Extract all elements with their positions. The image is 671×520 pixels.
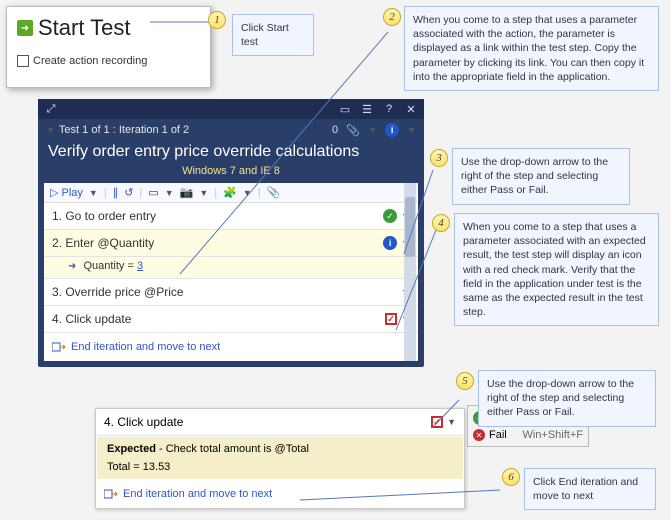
callout-badge-5: 5 — [456, 372, 474, 390]
chevron-down-icon[interactable]: ▼ — [89, 188, 98, 198]
pass-icon: ✓ — [383, 209, 397, 223]
end-iteration-link[interactable]: End iteration and move to next — [96, 480, 464, 508]
attachment-icon[interactable]: 📎 — [346, 123, 360, 137]
end-iteration-icon — [104, 488, 118, 500]
step-parameter-row: ➜ Quantity = 3 — [44, 257, 418, 279]
end-iteration-link[interactable]: End iteration and move to next — [44, 333, 418, 361]
help-icon[interactable]: ? — [382, 102, 396, 116]
callout-badge-6: 6 — [502, 468, 520, 486]
tasks-icon[interactable]: ☰ — [360, 102, 374, 116]
test-runner-window: ⤢ ▭ ☰ ? ✕ ▼ Test 1 of 1 : Iteration 1 of… — [38, 99, 424, 367]
arrow-right-icon: ➜ — [68, 261, 76, 272]
chevron-down-icon[interactable]: ▼ — [46, 125, 55, 135]
pause-button[interactable]: ∥ — [113, 186, 119, 199]
iteration-header: Test 1 of 1 : Iteration 1 of 2 — [59, 124, 189, 136]
step-text: 3. Override price @Price — [52, 285, 401, 299]
start-test-button[interactable]: ➜ Start Test — [17, 15, 200, 41]
step-count: 0 — [332, 124, 338, 136]
expected-result-icon — [385, 313, 397, 325]
callout-tip-5: Use the drop-down arrow to the right of … — [478, 370, 656, 427]
scrollbar[interactable] — [404, 183, 416, 361]
callout-tip-4: When you come to a step that uses a para… — [454, 213, 659, 326]
panel-icon[interactable]: ▭ — [148, 186, 158, 199]
dock-icon[interactable]: ⤢ — [44, 102, 58, 116]
runner-titlebar: ⤢ ▭ ☰ ? ✕ — [38, 99, 424, 119]
param-value-link[interactable]: 3 — [137, 260, 143, 272]
start-test-panel: ➜ Start Test Create action recording — [6, 6, 211, 88]
fail-shortcut: Win+Shift+F — [522, 429, 583, 441]
window-split-icon[interactable]: ▭ — [338, 102, 352, 116]
chevron-down-icon[interactable]: ▼ — [407, 125, 416, 135]
info-icon[interactable]: i — [385, 123, 399, 137]
step-text: 1. Go to order entry — [52, 209, 383, 223]
chevron-down-icon[interactable]: ▼ — [368, 125, 377, 135]
reset-button[interactable]: ↺ — [124, 186, 133, 199]
fail-menu-item[interactable]: ✕ Fail Win+Shift+F — [471, 427, 585, 443]
environment-label: Windows 7 and IE 8 — [38, 165, 424, 183]
test-step[interactable]: 4. Click update ▼ — [44, 306, 418, 333]
callout-badge-3: 3 — [430, 149, 448, 167]
chevron-down-icon[interactable]: ▼ — [243, 188, 252, 198]
end-iteration-label: End iteration and move to next — [123, 488, 272, 500]
start-test-label: Start Test — [38, 15, 131, 41]
chevron-down-icon[interactable]: ▼ — [165, 188, 174, 198]
step-text: 4. Click update — [104, 415, 431, 429]
param-label: Quantity = — [83, 260, 137, 272]
play-forward-icon: ➜ — [17, 20, 33, 36]
callout-badge-1: 1 — [208, 11, 226, 29]
step-detail-popout: ✓ Pass Win+Shift+P ✕ Fail Win+Shift+F 4.… — [95, 408, 465, 509]
scrollbar-thumb[interactable] — [405, 197, 415, 257]
expected-value: Total = 13.53 — [107, 461, 453, 473]
callout-tip-2: When you come to a step that uses a para… — [404, 6, 659, 91]
expected-result-block: Expected - Check total amount is @Total … — [97, 437, 463, 479]
steps-panel: ▷ Play ▼ | ∥ ↺ | ▭ ▼ 📷 ▼ | 🧩 ▼ | 📎 1. Go… — [44, 183, 418, 361]
bug-icon[interactable]: 🧩 — [223, 186, 237, 199]
expected-result-icon — [431, 416, 443, 428]
play-button[interactable]: ▷ Play — [50, 186, 83, 199]
step-text: 2. Enter @Quantity — [52, 236, 383, 250]
callout-tip-1: Click Start test — [232, 14, 314, 56]
step-text: 4. Click update — [52, 312, 385, 326]
test-step[interactable]: 3. Override price @Price ▼ — [44, 279, 418, 306]
create-recording-label: Create action recording — [33, 55, 147, 67]
callout-tip-6: Click End iteration and move to next — [524, 468, 656, 510]
chevron-down-icon[interactable]: ▼ — [447, 417, 456, 427]
test-step[interactable]: 4. Click update ▼ — [96, 409, 464, 436]
callout-tip-3: Use the drop-down arrow to the right of … — [452, 148, 630, 205]
fail-label: Fail — [489, 429, 507, 441]
camera-icon[interactable]: 📷 — [180, 186, 194, 199]
callout-badge-2: 2 — [383, 8, 401, 26]
create-recording-checkbox[interactable] — [17, 55, 29, 67]
chevron-down-icon[interactable]: ▼ — [199, 188, 208, 198]
attachment-icon[interactable]: 📎 — [267, 186, 281, 199]
end-iteration-label: End iteration and move to next — [71, 341, 220, 353]
expected-text: - Check total amount is @Total — [156, 443, 309, 455]
active-icon: i — [383, 236, 397, 250]
test-step[interactable]: 1. Go to order entry ✓▼ — [44, 203, 418, 230]
callout-badge-4: 4 — [432, 214, 450, 232]
end-iteration-icon — [52, 341, 66, 353]
close-icon[interactable]: ✕ — [404, 102, 418, 116]
test-title: Verify order entry price override calcul… — [38, 141, 424, 165]
fail-icon: ✕ — [473, 429, 485, 441]
expected-label: Expected — [107, 443, 156, 455]
test-step[interactable]: 2. Enter @Quantity i▼ — [44, 230, 418, 257]
